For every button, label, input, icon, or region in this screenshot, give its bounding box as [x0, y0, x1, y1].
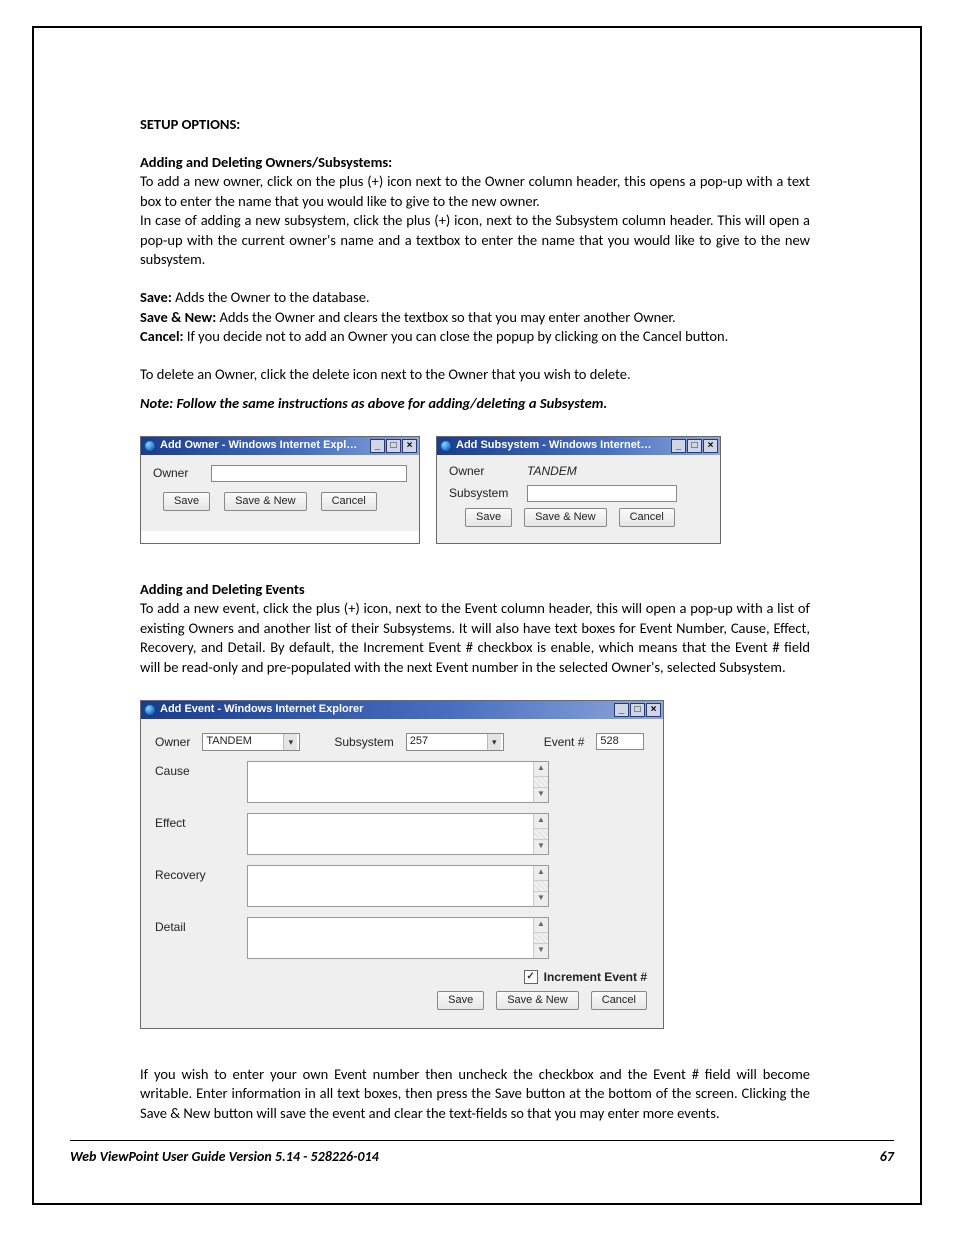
cancel-button[interactable]: Cancel	[321, 492, 377, 511]
note-subsystem: Note: Follow the same instructions as ab…	[140, 394, 810, 414]
para-add-subsystem: In case of adding a new subsystem, click…	[140, 211, 810, 270]
label-recovery: Recovery	[155, 865, 247, 883]
footer: Web ViewPoint User Guide Version 5.14 - …	[70, 1148, 894, 1165]
titlebar-add-subsystem: Add Subsystem - Windows Internet… _ □ ×	[437, 437, 720, 455]
scroll-down-icon[interactable]: ▼	[534, 943, 548, 958]
heading-setup-options: SETUP OPTIONS:	[140, 115, 810, 135]
body-add-event: Owner TANDEM Subsystem 257 Event # 528 C…	[141, 719, 663, 1028]
scroll-up-icon[interactable]: ▲	[534, 918, 548, 933]
label-cancel-b: Cancel:	[140, 327, 184, 345]
label-event-number: Event #	[544, 734, 585, 750]
label-owner: Owner	[449, 463, 527, 479]
ie-icon	[144, 440, 156, 452]
line-cancel: Cancel: If you decide not to add an Owne…	[140, 327, 810, 347]
para-events: To add a new event, click the plus (+) i…	[140, 599, 810, 677]
save-new-button[interactable]: Save & New	[496, 991, 579, 1010]
event-number-input[interactable]: 528	[596, 733, 644, 750]
label-increment-event: Increment Event #	[544, 969, 647, 985]
recovery-textarea[interactable]: ▲ ▼	[247, 865, 549, 907]
scroll-down-icon[interactable]: ▼	[534, 787, 548, 802]
owner-input[interactable]	[211, 465, 407, 482]
effect-textarea[interactable]: ▲ ▼	[247, 813, 549, 855]
title-add-owner: Add Owner - Windows Internet Expl…	[160, 438, 369, 453]
figures-row-owners: Add Owner - Windows Internet Expl… _ □ ×…	[140, 436, 810, 544]
minimize-icon[interactable]: _	[671, 439, 686, 453]
title-add-subsystem: Add Subsystem - Windows Internet…	[456, 438, 670, 453]
maximize-icon[interactable]: □	[386, 439, 401, 453]
page-body: SETUP OPTIONS: Adding and Deleting Owner…	[140, 115, 810, 1123]
line-savenew: Save & New: Adds the Owner and clears th…	[140, 308, 810, 328]
scroll-up-icon[interactable]: ▲	[534, 762, 548, 777]
window-controls: _ □ ×	[369, 439, 417, 453]
heading-add-del-events: Adding and Deleting Events	[140, 580, 810, 600]
titlebar-add-event: Add Event - Windows Internet Explorer _ …	[141, 701, 663, 719]
footer-page-number: 67	[880, 1148, 894, 1165]
close-icon[interactable]: ×	[402, 439, 417, 453]
subsystem-input[interactable]	[527, 485, 677, 502]
label-save-t: Adds the Owner to the database.	[172, 288, 370, 306]
window-add-subsystem: Add Subsystem - Windows Internet… _ □ × …	[436, 436, 721, 544]
save-button[interactable]: Save	[465, 508, 512, 527]
close-icon[interactable]: ×	[703, 439, 718, 453]
label-subsystem: Subsystem	[334, 734, 393, 750]
save-button[interactable]: Save	[437, 991, 484, 1010]
heading-add-del-owners: Adding and Deleting Owners/Subsystems:	[140, 153, 810, 173]
scroll-up-icon[interactable]: ▲	[534, 866, 548, 881]
para-delete-owner: To delete an Owner, click the delete ico…	[140, 365, 810, 385]
scroll-up-icon[interactable]: ▲	[534, 814, 548, 829]
ie-icon	[144, 704, 156, 716]
maximize-icon[interactable]: □	[630, 703, 645, 717]
body-add-owner: Owner Save Save & New Cancel	[141, 455, 419, 531]
ie-icon	[440, 440, 452, 452]
owner-select[interactable]: TANDEM	[202, 733, 300, 751]
close-icon[interactable]: ×	[646, 703, 661, 717]
subsystem-select[interactable]: 257	[406, 733, 504, 751]
label-cancel-t: If you decide not to add an Owner you ca…	[184, 327, 729, 345]
window-add-owner: Add Owner - Windows Internet Expl… _ □ ×…	[140, 436, 420, 544]
value-owner: TANDEM	[527, 463, 577, 479]
scroll-down-icon[interactable]: ▼	[534, 839, 548, 854]
title-add-event: Add Event - Windows Internet Explorer	[160, 702, 613, 717]
save-button[interactable]: Save	[163, 492, 210, 511]
window-add-event: Add Event - Windows Internet Explorer _ …	[140, 700, 664, 1029]
label-effect: Effect	[155, 813, 247, 831]
label-owner: Owner	[153, 465, 201, 481]
save-new-button[interactable]: Save & New	[524, 508, 607, 527]
label-subsystem: Subsystem	[449, 485, 527, 501]
label-save-b: Save:	[140, 288, 172, 306]
window-controls: _ □ ×	[670, 439, 718, 453]
footer-left: Web ViewPoint User Guide Version 5.14 - …	[70, 1148, 379, 1165]
para-add-owner: To add a new owner, click on the plus (+…	[140, 172, 810, 211]
increment-event-checkbox[interactable]: ✓	[524, 970, 538, 984]
label-owner: Owner	[155, 734, 190, 750]
save-new-button[interactable]: Save & New	[224, 492, 307, 511]
minimize-icon[interactable]: _	[370, 439, 385, 453]
detail-textarea[interactable]: ▲ ▼	[247, 917, 549, 959]
cause-textarea[interactable]: ▲ ▼	[247, 761, 549, 803]
scroll-down-icon[interactable]: ▼	[534, 891, 548, 906]
para-final: If you wish to enter your own Event numb…	[140, 1065, 810, 1124]
label-cause: Cause	[155, 761, 247, 779]
cancel-button[interactable]: Cancel	[591, 991, 647, 1010]
label-detail: Detail	[155, 917, 247, 935]
line-save: Save: Adds the Owner to the database.	[140, 288, 810, 308]
body-add-subsystem: Owner TANDEM Subsystem Save Save & New C…	[437, 455, 720, 543]
label-savenew-b: Save & New:	[140, 308, 216, 326]
titlebar-add-owner: Add Owner - Windows Internet Expl… _ □ ×	[141, 437, 419, 455]
label-savenew-t: Adds the Owner and clears the textbox so…	[216, 308, 675, 326]
cancel-button[interactable]: Cancel	[619, 508, 675, 527]
footer-rule	[70, 1140, 894, 1141]
window-controls: _ □ ×	[613, 703, 661, 717]
minimize-icon[interactable]: _	[614, 703, 629, 717]
maximize-icon[interactable]: □	[687, 439, 702, 453]
